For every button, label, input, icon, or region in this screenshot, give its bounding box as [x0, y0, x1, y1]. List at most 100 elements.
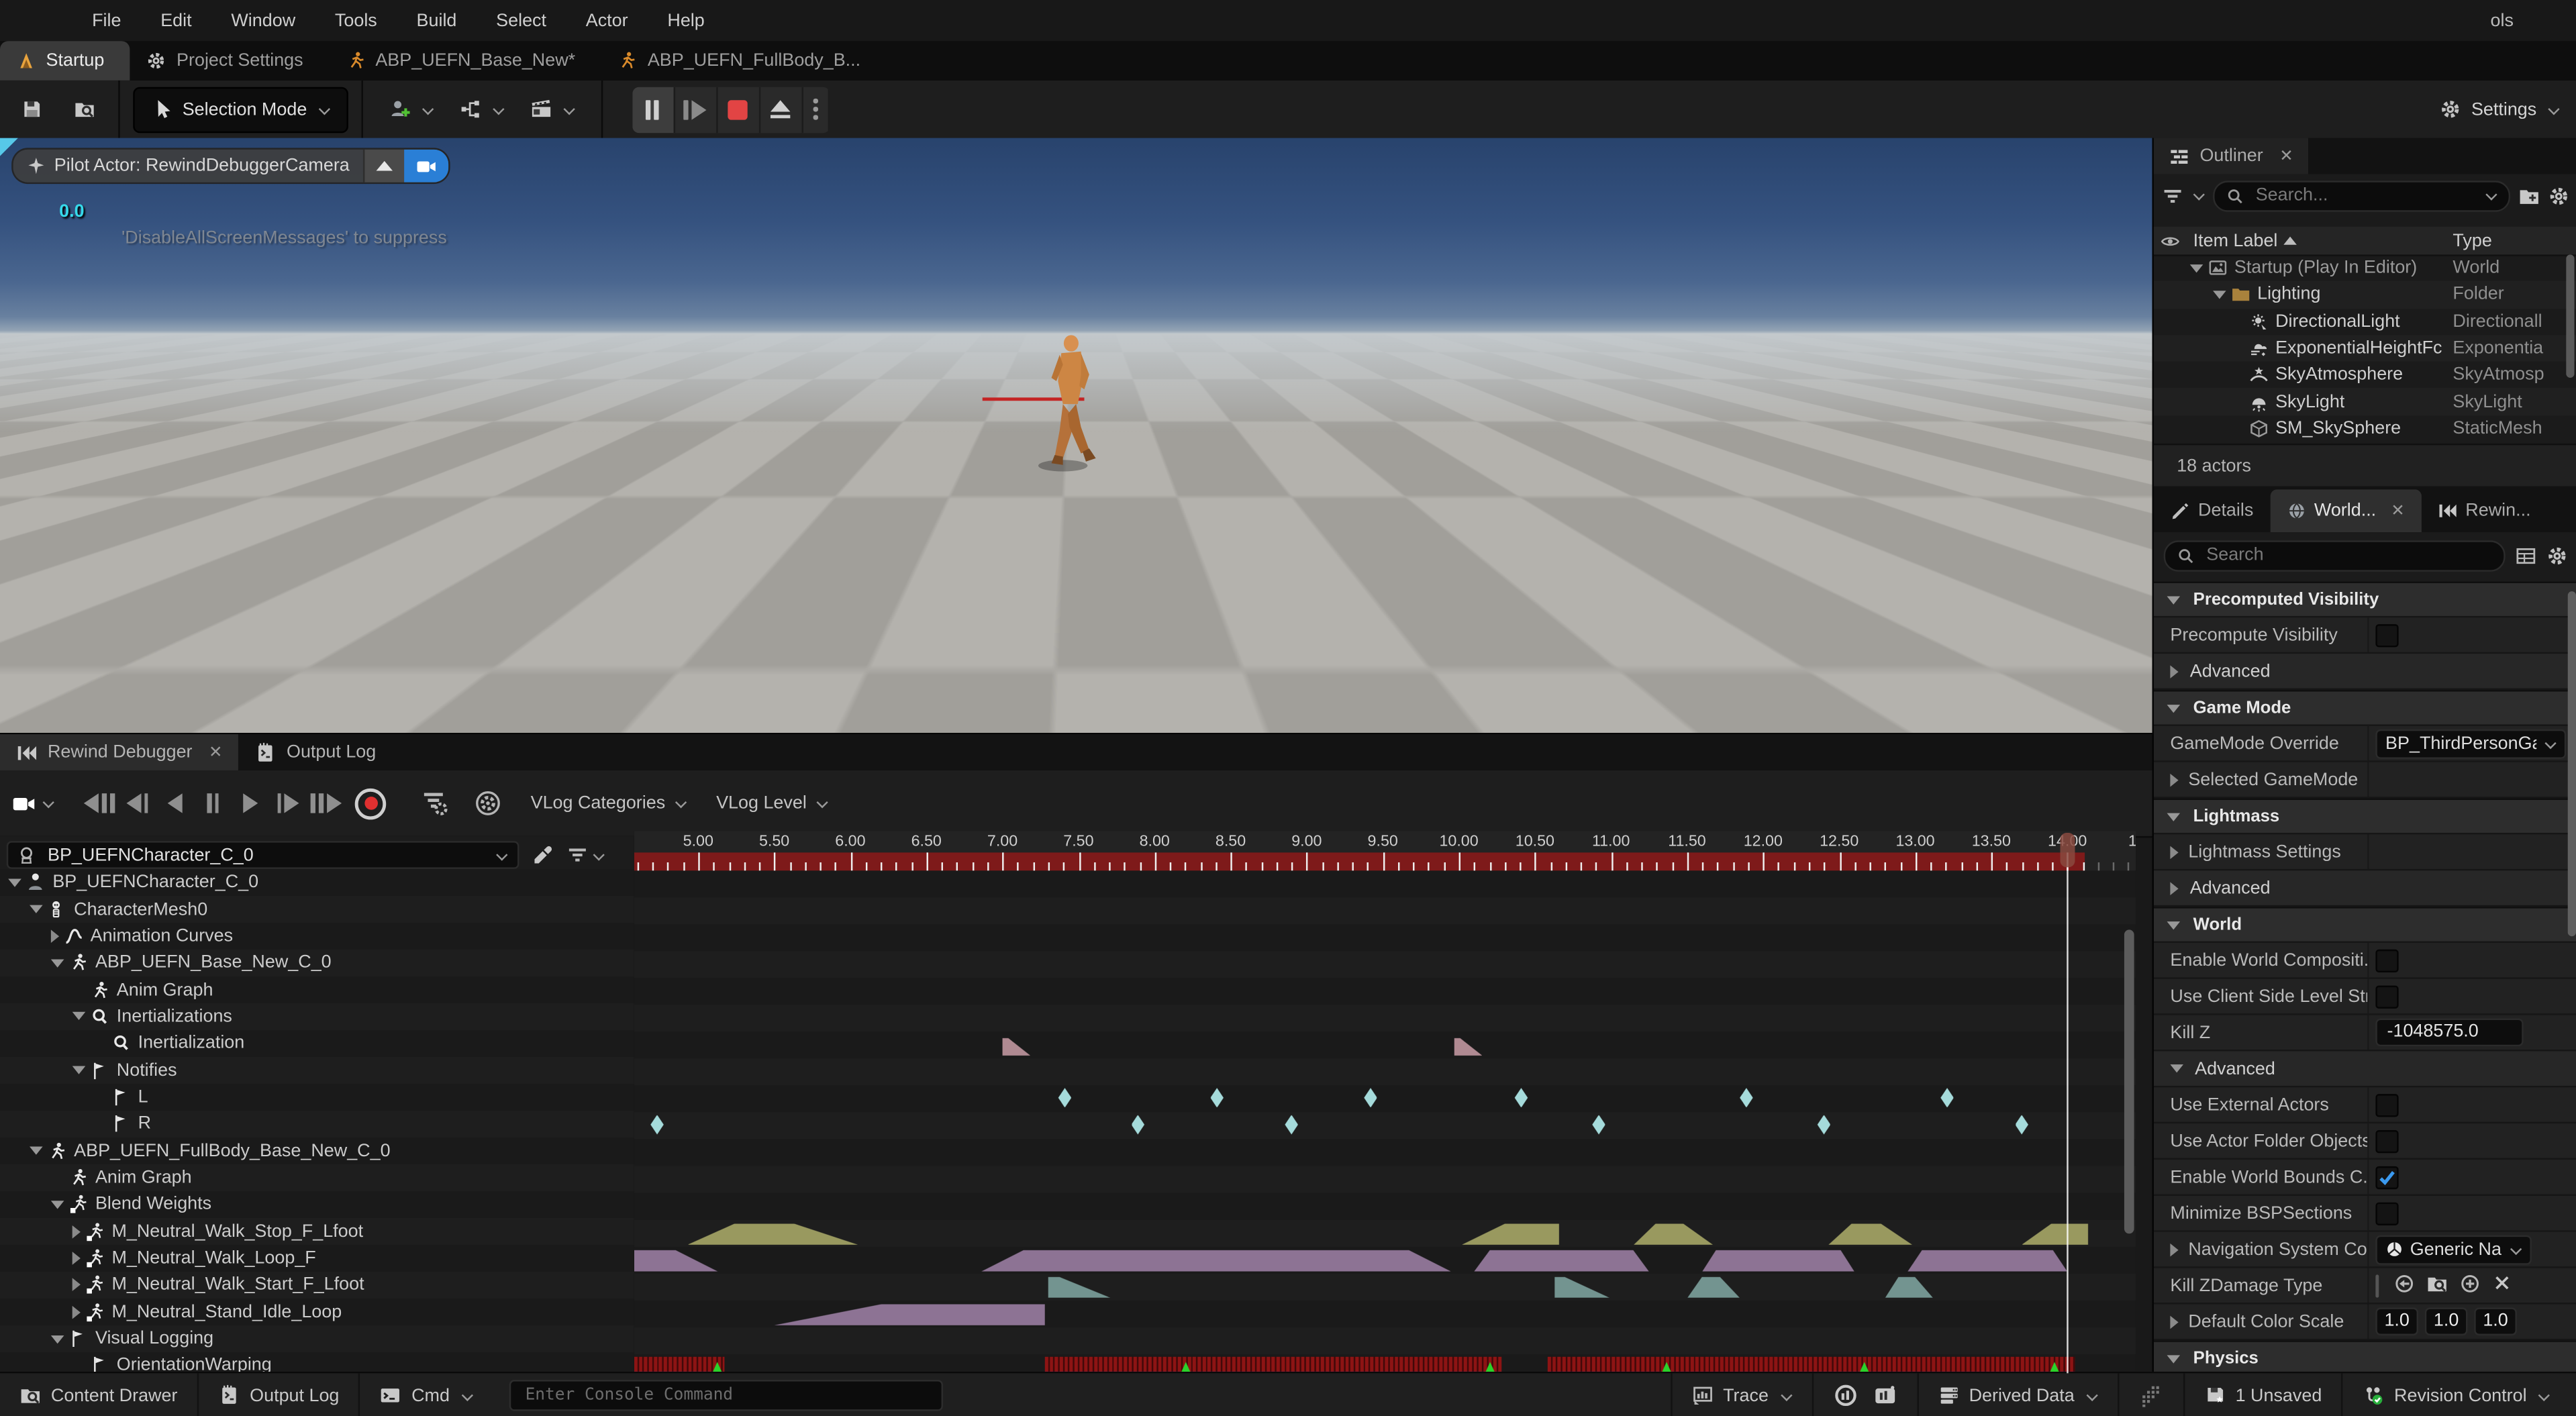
vlog-filter-icon[interactable] — [422, 790, 448, 816]
add-button[interactable] — [2459, 1272, 2481, 1299]
details-section-physics[interactable]: Physics — [2154, 1340, 2576, 1372]
cinematics-button[interactable] — [517, 88, 588, 131]
notify-marker[interactable] — [1940, 1088, 1954, 1107]
tree-row-l[interactable]: L — [0, 1084, 634, 1111]
details-section-precomputed-visibility[interactable]: Precomputed Visibility — [2154, 581, 2576, 617]
tree-row-orientationwarping[interactable]: OrientationWarping — [0, 1352, 634, 1373]
tree-row-m-neutral-walk-stop-f-lfoot[interactable]: M_Neutral_Walk_Stop_F_Lfoot — [0, 1218, 634, 1245]
blend-weight-segment[interactable] — [634, 1250, 718, 1272]
blend-weight-segment[interactable] — [1908, 1250, 2067, 1272]
blend-weight-segment[interactable] — [687, 1223, 858, 1245]
timeline-scrollbar[interactable] — [2124, 929, 2134, 1233]
tab-abp-uefn-base-new-[interactable]: ABP_UEFN_Base_New* — [330, 41, 602, 81]
display-options-icon[interactable] — [2515, 544, 2536, 566]
vector-field[interactable]: 1.0 — [2375, 1307, 2418, 1335]
play-reverse-button[interactable] — [156, 785, 194, 821]
value-dropdown[interactable]: Generic Na — [2375, 1234, 2531, 1264]
tree-row-notifies[interactable]: Notifies — [0, 1057, 634, 1084]
notify-marker[interactable] — [1364, 1088, 1377, 1107]
eject-button[interactable] — [760, 87, 803, 133]
inertialization-marker[interactable] — [1003, 1038, 1031, 1056]
tab-startup[interactable]: Startup — [0, 41, 131, 81]
notify-marker[interactable] — [650, 1115, 664, 1134]
tree-row-visual-logging[interactable]: Visual Logging — [0, 1325, 634, 1352]
chevron-down-icon[interactable] — [591, 848, 605, 862]
vector-field[interactable]: 1.0 — [2474, 1307, 2517, 1335]
outliner-search[interactable] — [2213, 180, 2510, 211]
record-button[interactable] — [355, 788, 387, 819]
notify-marker[interactable] — [1818, 1115, 1831, 1134]
outliner-row[interactable]: LightingFolder — [2154, 281, 2576, 308]
camera-mode-dropdown[interactable] — [11, 791, 54, 816]
tree-row-m-neutral-walk-start-f-lfoot[interactable]: M_Neutral_Walk_Start_F_Lfoot — [0, 1272, 634, 1299]
skip-to-end-button[interactable] — [307, 785, 345, 821]
details-search[interactable] — [2164, 540, 2506, 571]
notify-marker[interactable] — [2015, 1115, 2028, 1134]
cmd-dropdown[interactable]: Cmd — [360, 1373, 492, 1416]
details-section-game-mode[interactable]: Game Mode — [2154, 690, 2576, 726]
frame-skip-button[interactable] — [675, 87, 718, 133]
blend-weight-segment[interactable] — [1885, 1277, 1934, 1299]
rewind-timeline[interactable]: 5.005.506.006.507.007.508.008.509.009.50… — [634, 831, 2136, 1374]
blend-weight-segment[interactable] — [1048, 1277, 1112, 1299]
blueprints-button[interactable] — [446, 88, 517, 131]
outliner-row[interactable]: Startup (Play In Editor)World — [2154, 254, 2576, 281]
tree-row-blend-weights[interactable]: Blend Weights — [0, 1191, 634, 1218]
details-tab-rewin-[interactable]: Rewin... — [2421, 489, 2547, 532]
profiler-icon[interactable] — [1832, 1383, 1857, 1408]
blend-weight-segment[interactable] — [2022, 1223, 2089, 1245]
outliner-search-input[interactable] — [2252, 184, 2476, 207]
column-item-label[interactable]: Item Label — [2193, 231, 2297, 250]
menu-tools[interactable]: Tools — [335, 11, 377, 30]
step-back-button[interactable] — [118, 785, 156, 821]
play-button[interactable] — [232, 785, 269, 821]
vlog-band[interactable] — [634, 1358, 724, 1374]
details-group-advanced[interactable]: Advanced — [2154, 654, 2576, 690]
output-log-button[interactable]: Output Log — [199, 1373, 360, 1416]
revision-control-dropdown[interactable]: Revision Control — [2343, 1373, 2569, 1416]
details-scrollbar[interactable] — [2568, 591, 2576, 936]
vlog-band[interactable] — [1547, 1358, 2075, 1374]
details-section-lightmass[interactable]: Lightmass — [2154, 799, 2576, 835]
browse-button[interactable] — [2426, 1272, 2448, 1299]
tree-row-m-neutral-walk-loop-f[interactable]: M_Neutral_Walk_Loop_F — [0, 1245, 634, 1272]
details-group-advanced[interactable]: Advanced — [2154, 1052, 2576, 1088]
trace-dropdown[interactable]: Trace — [1671, 1373, 1813, 1416]
blend-weight-segment[interactable] — [775, 1304, 1045, 1325]
play-options-button[interactable] — [803, 87, 830, 133]
close-icon[interactable]: ✕ — [2273, 147, 2293, 165]
tab-outliner[interactable]: Outliner ✕ — [2154, 138, 2308, 174]
outliner-settings-icon[interactable] — [2548, 185, 2569, 206]
timeline-tracks[interactable] — [634, 870, 2136, 1373]
chevron-down-icon[interactable] — [2191, 189, 2205, 202]
checkbox[interactable] — [2375, 984, 2398, 1007]
notify-marker[interactable] — [1515, 1088, 1528, 1107]
notify-marker[interactable] — [1132, 1115, 1145, 1134]
blend-weight-segment[interactable] — [1554, 1277, 1611, 1299]
tree-row-r[interactable]: R — [0, 1111, 634, 1137]
tree-filter-icon[interactable] — [566, 844, 588, 866]
value-dropdown[interactable]: BP_ThirdPersonGa — [2375, 729, 2566, 758]
chevron-down-icon[interactable] — [2484, 189, 2497, 202]
tab-project-settings[interactable]: Project Settings — [131, 41, 330, 81]
tree-row-abp-uefn-fullbody-base-new-c-0[interactable]: ABP_UEFN_FullBody_Base_New_C_0 — [0, 1137, 634, 1164]
tree-row-m-neutral-stand-idle-loop[interactable]: M_Neutral_Stand_Idle_Loop — [0, 1299, 634, 1325]
menu-select[interactable]: Select — [496, 11, 546, 30]
blend-weight-segment[interactable] — [1828, 1223, 1912, 1245]
notify-marker[interactable] — [1285, 1115, 1298, 1134]
menu-build[interactable]: Build — [417, 11, 457, 30]
blend-weight-segment[interactable] — [1462, 1223, 1559, 1245]
notify-marker[interactable] — [1058, 1088, 1072, 1107]
menu-file[interactable]: File — [92, 11, 121, 30]
blend-weight-segment[interactable] — [1687, 1277, 1740, 1299]
tree-row-animation-curves[interactable]: Animation Curves — [0, 923, 634, 950]
outliner-row[interactable]: ExponentialHeightFcExponentia — [2154, 335, 2576, 362]
clear-button[interactable] — [2492, 1273, 2512, 1298]
playhead-line[interactable] — [2067, 852, 2069, 1373]
tree-row-inertializations[interactable]: Inertializations — [0, 1003, 634, 1030]
tree-row-anim-graph[interactable]: Anim Graph — [0, 976, 634, 1003]
filter-icon[interactable] — [2162, 185, 2183, 206]
notify-marker[interactable] — [1210, 1088, 1224, 1107]
notify-marker[interactable] — [1592, 1115, 1605, 1134]
content-browser-button[interactable] — [62, 88, 105, 131]
